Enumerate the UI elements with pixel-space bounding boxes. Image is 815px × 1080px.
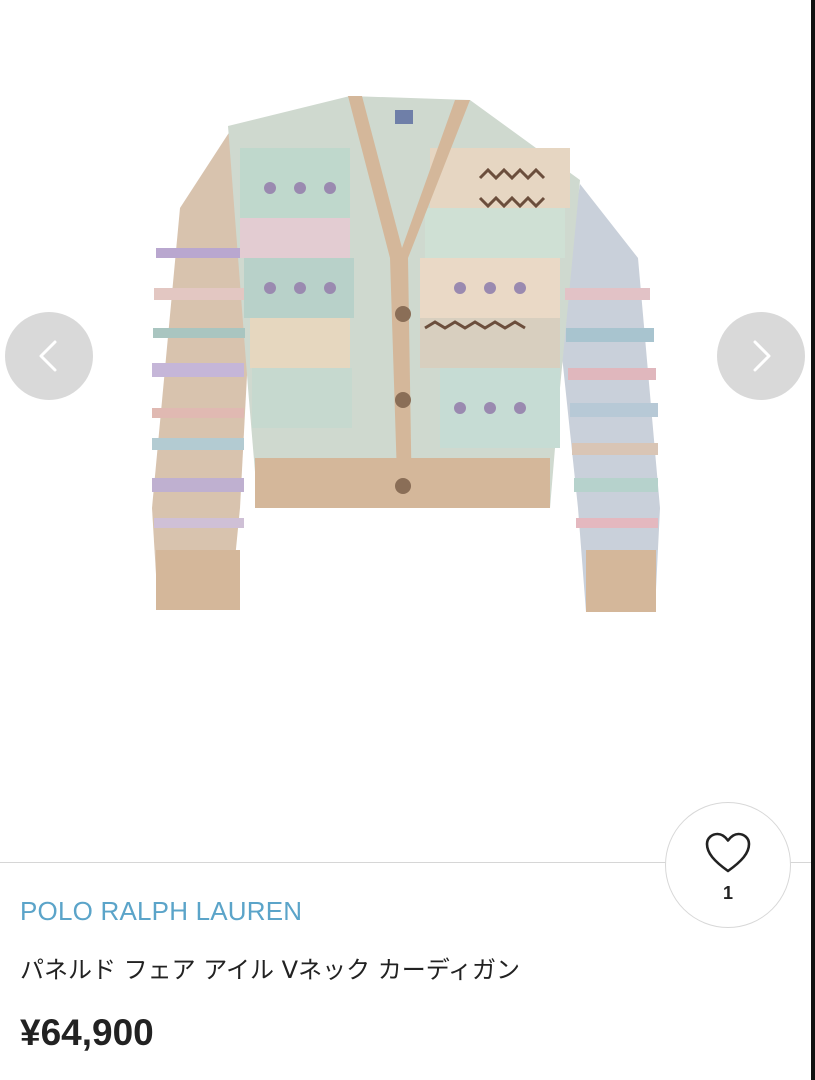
like-button[interactable]: 1 [665, 802, 791, 928]
brand-link[interactable]: POLO RALPH LAUREN [20, 896, 302, 927]
chevron-left-icon [39, 340, 57, 372]
carousel-prev-button[interactable] [5, 312, 93, 400]
product-image [152, 96, 660, 612]
chevron-right-icon [753, 340, 771, 372]
window-edge [811, 0, 815, 1080]
carousel-next-button[interactable] [717, 312, 805, 400]
product-title: パネルド フェア アイル Vネック カーディガン [20, 956, 521, 984]
product-price: ¥64,900 [20, 1012, 154, 1053]
like-count: 1 [722, 882, 733, 903]
product-image-carousel[interactable] [0, 0, 815, 862]
heart-icon [705, 832, 751, 872]
